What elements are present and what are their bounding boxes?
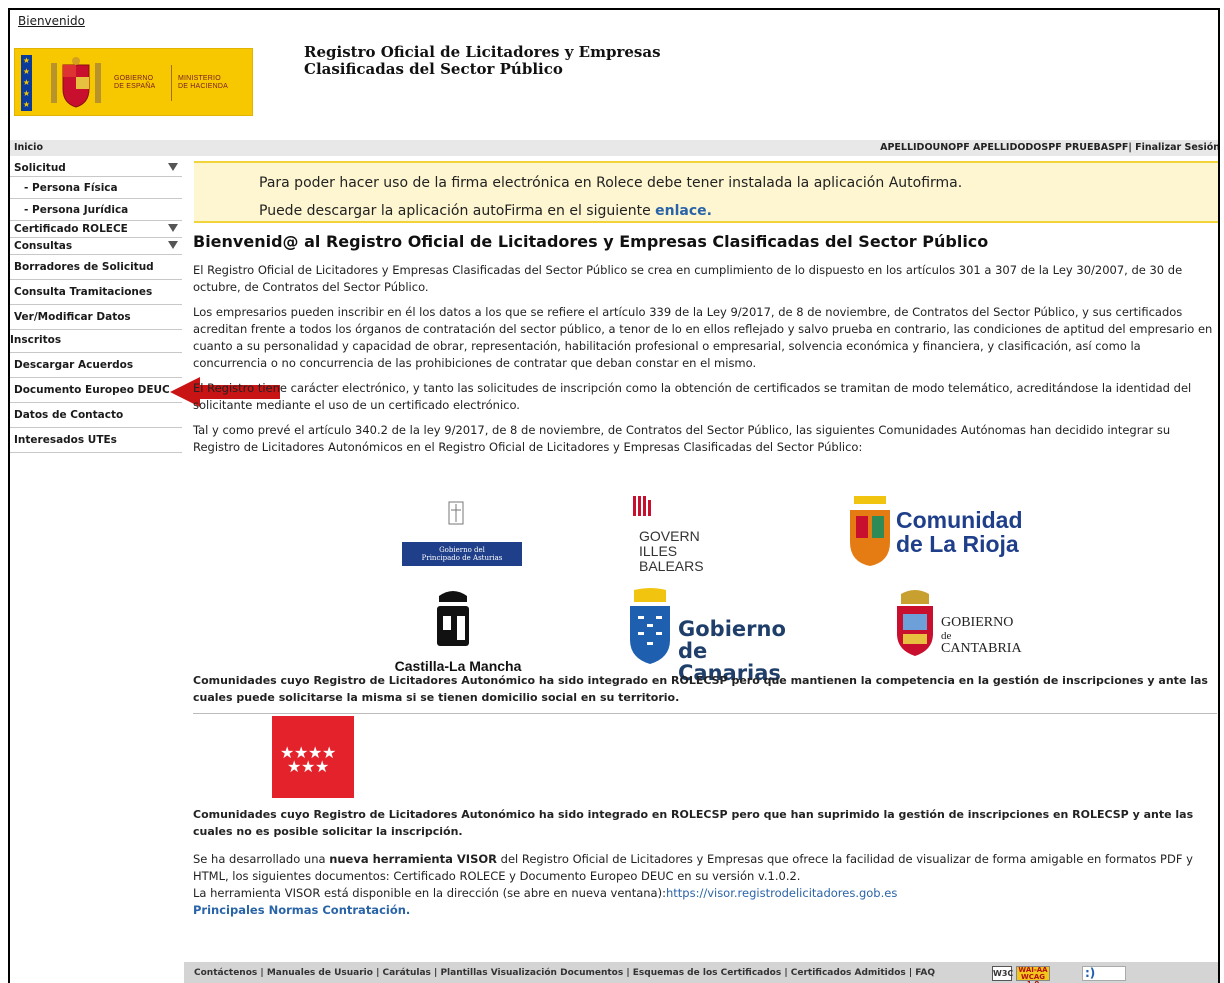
section-divider xyxy=(193,713,1217,714)
sidebar-item-persona-jurídica[interactable]: - Persona Jurídica xyxy=(10,199,182,221)
logo-madrid[interactable]: ★ ★ ★ ★ ★ ★ ★ xyxy=(272,716,354,798)
sidebar-item-label: Interesados UTEs xyxy=(14,434,117,446)
sidebar-item-label: - Persona Física xyxy=(24,182,118,194)
rioja-shield-icon xyxy=(850,496,890,566)
canarias-label-1: Gobierno xyxy=(678,617,786,641)
autonomous-communities-logos: Gobierno del Principado de Asturias GOVE… xyxy=(193,484,1217,684)
sidebar-menu: Solicitud - Persona Física - Persona Juríd… xyxy=(10,160,182,453)
visor-url-link[interactable]: https://visor.registrodelicitadores.gob.… xyxy=(666,886,897,900)
visor-highlight: nueva herramienta VISOR xyxy=(329,852,497,866)
canarias-shield-icon xyxy=(630,588,670,664)
sidebar-item-label: Consulta Tramitaciones xyxy=(14,286,153,298)
chevron-down-icon[interactable] xyxy=(168,241,178,249)
chevron-down-icon[interactable] xyxy=(168,224,178,232)
madrid-stars-icon: ★ ★ ★ ★ ★ ★ ★ xyxy=(280,743,336,776)
logo-la-rioja[interactable]: Comunidad de La Rioja xyxy=(848,490,1028,576)
gobierno-text: GOBIERNO DE ESPAÑA xyxy=(114,75,156,90)
logo-castilla-la-mancha[interactable]: Castilla-La Mancha xyxy=(389,586,527,678)
sidebar-item-certificado-rolece[interactable]: Certificado ROLECE xyxy=(10,221,182,238)
visor-paragraph: Se ha desarrollado una nueva herramienta… xyxy=(193,852,1193,917)
logo-cantabria[interactable]: GOBIERNO de CANTABRIA xyxy=(877,590,1027,666)
logo-baleares[interactable]: GOVERN ILLES BALEARS xyxy=(629,492,739,576)
coat-of-arms-icon xyxy=(51,57,101,108)
sidebar-item-label: - Persona Jurídica xyxy=(24,204,129,216)
asturias-label-1: Gobierno del xyxy=(439,546,485,554)
baleares-label-1: GOVERN xyxy=(639,528,700,544)
svg-text:★: ★ xyxy=(287,757,301,776)
baleares-label-3: BALEARS xyxy=(639,558,704,574)
page-title: Bienvenid@ al Registro Oficial de Licita… xyxy=(193,232,989,251)
intro-paragraph-2: Los empresarios pueden inscribir en él l… xyxy=(193,305,1213,370)
sidebar-item-borradores-de-solicitud[interactable]: Borradores de Solicitud xyxy=(10,255,182,280)
clm-castle-icon xyxy=(437,591,469,646)
cantabria-label-3: CANTABRIA xyxy=(941,641,1022,656)
sidebar-item-documento-europeo-deuc[interactable]: Documento Europeo DEUC xyxy=(10,378,182,403)
sidebar-item-label: Solicitud xyxy=(14,162,66,174)
rioja-label-1: Comunidad xyxy=(896,507,1023,533)
intro-paragraph-1: El Registro Oficial de Licitadores y Emp… xyxy=(193,263,1183,294)
autofirma-download-link[interactable]: enlace. xyxy=(655,203,712,219)
sidebar-item-solicitud[interactable]: Solicitud xyxy=(10,160,182,177)
chevron-down-icon[interactable] xyxy=(168,163,178,171)
gobierno-logo[interactable]: ★ ★ ★ ★ ★ GOBIERNO DE ESPAÑA MINISTERIO DE H… xyxy=(14,48,253,116)
footer-bar: Contáctenos | Manuales de Usuario | Cará… xyxy=(184,962,1218,983)
logo-divider xyxy=(171,65,172,101)
asturias-label-2: Principado de Asturias xyxy=(421,554,503,562)
inicio-link[interactable]: Inicio xyxy=(14,142,43,153)
top-bar: Inicio APELLIDOUNOPF APELLIDODOSPF PRUEB… xyxy=(10,140,1218,156)
sidebar-item-datos-de-contacto[interactable]: Datos de Contacto xyxy=(10,403,182,428)
notice-line-1: Para poder hacer uso de la firma electró… xyxy=(259,175,963,191)
intro-paragraph-4: Tal y como prevé el artículo 340.2 de la… xyxy=(193,423,1171,454)
sidebar-item-inscritos[interactable]: Inscritos xyxy=(10,330,182,353)
sidebar-item-consultas[interactable]: Consultas xyxy=(10,238,182,255)
notice-line-2: Puede descargar la aplicación autoFirma … xyxy=(259,203,712,219)
sidebar-item-label: Datos de Contacto xyxy=(14,409,124,421)
sidebar-item-ver-modificar-datos[interactable]: Ver/Modificar Datos xyxy=(10,305,182,330)
caption-competencia: Comunidades cuyo Registro de Licitadores… xyxy=(193,674,1208,704)
cantabria-shield-icon xyxy=(897,590,933,656)
w3c-badge[interactable]: W3C xyxy=(992,966,1013,981)
eu-flag-strip: ★ ★ ★ ★ ★ xyxy=(21,55,32,111)
sidebar-item-label: Ver/Modificar Datos xyxy=(14,311,131,323)
accessibility-logo-icon[interactable]: :) xyxy=(1082,966,1126,981)
sidebar-item-label: Documento Europeo DEUC xyxy=(14,384,170,396)
sidebar-item-label: Inscritos xyxy=(10,334,62,346)
baleares-flag-icon xyxy=(633,496,651,516)
logo-asturias[interactable]: Gobierno del Principado de Asturias xyxy=(390,494,522,568)
main-content: Bienvenid@ al Registro Oficial de Licita… xyxy=(193,232,1217,464)
rioja-label-2: de La Rioja xyxy=(896,531,1019,557)
sidebar-item-persona-física[interactable]: - Persona Física xyxy=(10,177,182,199)
autofirma-notice: Para poder hacer uso de la firma electró… xyxy=(194,161,1218,223)
caption-suprimido: Comunidades cuyo Registro de Licitadores… xyxy=(193,808,1194,838)
sidebar-item-label: Borradores de Solicitud xyxy=(14,261,154,273)
ministerio-text: MINISTERIO DE HACIENDA xyxy=(178,75,229,90)
site-title: Registro Oficial de Licitadores y Empres… xyxy=(304,43,661,78)
sidebar-item-label: Descargar Acuerdos xyxy=(14,359,134,371)
sidebar-item-interesados-utes[interactable]: Interesados UTEs xyxy=(10,428,182,453)
sidebar-item-label: Certificado ROLECE xyxy=(14,223,128,235)
svg-text:★: ★ xyxy=(315,757,329,776)
intro-paragraph-3: El Registro tiene carácter electrónico, … xyxy=(193,381,1192,412)
sidebar-item-descargar-acuerdos[interactable]: Descargar Acuerdos xyxy=(10,353,182,378)
logo-canarias[interactable]: Gobierno de Canarias xyxy=(628,588,808,684)
page-frame: Bienvenido ★ ★ ★ ★ ★ GOBIERNO DE ESPAÑA MINI… xyxy=(8,8,1220,983)
user-session-info[interactable]: APELLIDOUNOPF APELLIDODOSPF PRUEBASPF| F… xyxy=(880,142,1218,153)
svg-text:★: ★ xyxy=(301,757,315,776)
footer-links[interactable]: Contáctenos | Manuales de Usuario | Cará… xyxy=(194,968,935,978)
breadcrumb-bienvenido[interactable]: Bienvenido xyxy=(18,14,85,28)
wai-aa-badge[interactable]: WAI-AAWCAG 1.0 xyxy=(1016,966,1050,983)
sidebar-item-consulta-tramitaciones[interactable]: Consulta Tramitaciones xyxy=(10,280,182,305)
cantabria-label-1: GOBIERNO xyxy=(941,615,1014,630)
normas-link[interactable]: Principales Normas Contratación. xyxy=(193,903,410,917)
sidebar-item-label: Consultas xyxy=(14,240,73,252)
baleares-label-2: ILLES xyxy=(639,543,678,559)
